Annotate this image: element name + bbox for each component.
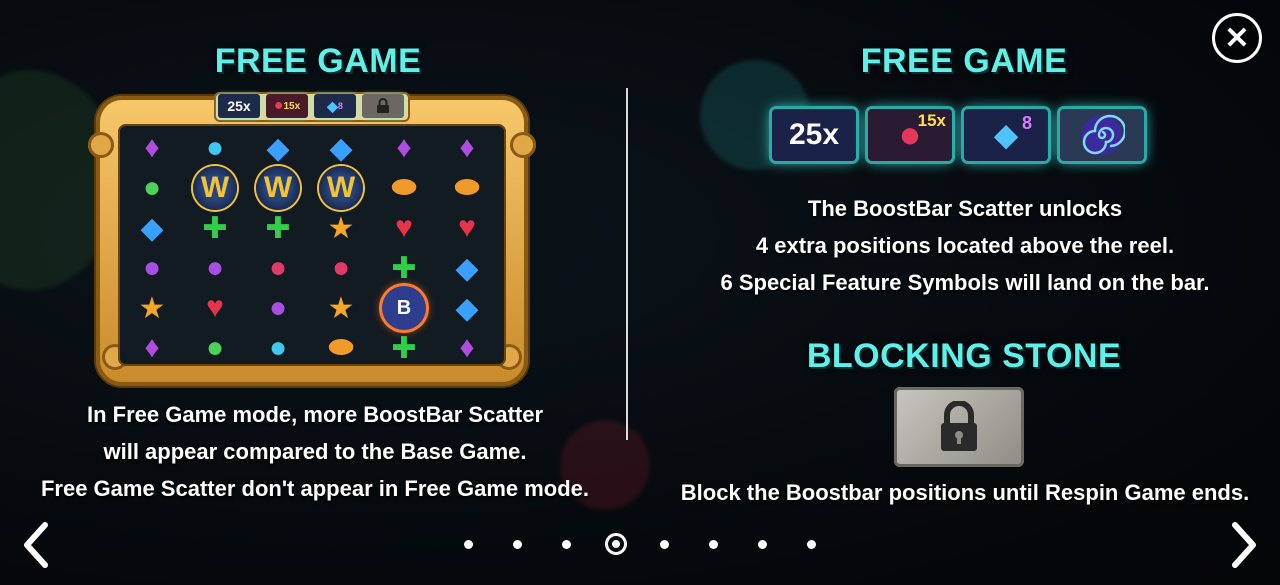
purple-gem-icon: ♦ — [144, 331, 160, 364]
purple-gem-icon: ♦ — [459, 131, 475, 164]
red-heart-icon: ♥ — [206, 291, 224, 324]
red-planet-icon: ● — [331, 251, 351, 284]
purple-alien-icon: ● — [205, 251, 225, 284]
boostbar-multiplier: 25x — [772, 109, 856, 161]
left-description-line: will appear compared to the Base Game. — [103, 439, 527, 464]
left-description-line: In Free Game mode, more BoostBar Scatter — [86, 402, 544, 427]
boostbar-coin: ● 15x — [868, 109, 952, 161]
blue-diamond-icon: ◆ — [140, 211, 164, 245]
right-description: The BoostBar Scatter unlocks 4 extra pos… — [650, 190, 1280, 301]
blocking-stone-text: Block the Boostbar positions until Respi… — [680, 480, 1250, 505]
vortex-icon — [1082, 114, 1125, 155]
chevron-right-icon — [1232, 522, 1256, 568]
close-button[interactable]: ✕ — [1212, 13, 1262, 63]
blue-alien-icon: ● — [268, 331, 288, 364]
orange-star-icon: ★ — [138, 291, 166, 325]
blue-alien-icon: ● — [205, 131, 225, 164]
mini-multiplier: 25x — [218, 94, 260, 118]
left-description-line: Free Game Scatter don't appear in Free G… — [40, 476, 590, 501]
page-dot[interactable] — [464, 540, 473, 549]
reel-grid: ♦ ● ◆ ◆ ♦ ♦ ● W W W ⬬ ⬬ ◆ ✚ ✚ ★ ♥ ♥ ● ● ● ● ✚ ◆ ★ ♥ ● ★ B ◆ ♦ ● ● ⬬ ✚ ♦ — [118, 124, 506, 366]
blocking-stone-title: BLOCKING STONE — [806, 337, 1122, 375]
right-description-line: 4 extra positions located above the reel… — [755, 233, 1175, 258]
page-dot[interactable] — [562, 540, 571, 549]
green-cross-icon: ✚ — [391, 331, 417, 365]
blue-diamond-icon: ◆ — [329, 131, 353, 165]
purple-gem-icon: ♦ — [144, 131, 160, 164]
reel-frame: 25x ● 15x ◆ 8 ♦ ● ◆ ◆ ♦ ♦ ● W W W ⬬ ⬬ ◆ ✚ ✚ ★ ♥ ♥ ● ● ● ● ✚ ◆ ★ ♥ ● ★… — [88, 92, 536, 386]
blue-diamond-icon: ◆ — [455, 291, 479, 325]
mini-boostbar: 25x ● 15x ◆ 8 — [214, 92, 410, 122]
purple-alien-icon: ● — [268, 291, 288, 324]
page-dot[interactable] — [709, 540, 718, 549]
purple-alien-icon: ● — [142, 251, 162, 284]
ufo-icon: ⬬ — [454, 171, 480, 204]
boostbar-vortex — [1060, 109, 1144, 161]
purple-gem-icon: ♦ — [396, 131, 412, 164]
green-cross-icon: ✚ — [265, 211, 291, 245]
left-description: In Free Game mode, more BoostBar Scatter… — [10, 396, 620, 507]
page-dot[interactable] — [660, 540, 669, 549]
blue-diamond-icon: ◆ — [455, 251, 479, 285]
boostbar-scatter-icon: B — [382, 286, 426, 330]
panel-divider — [626, 88, 628, 440]
boostbar-gem: ◆ 8 — [964, 109, 1048, 161]
red-planet-icon: ● — [268, 251, 288, 284]
chevron-left-icon — [24, 522, 48, 568]
page-indicator — [454, 533, 834, 555]
red-heart-icon: ♥ — [458, 211, 476, 244]
right-description-line: 6 Special Feature Symbols will land on t… — [720, 270, 1210, 295]
wild-icon: W — [193, 166, 237, 210]
right-panel-title: FREE GAME — [860, 42, 1068, 80]
next-page-button[interactable] — [1224, 515, 1264, 575]
red-heart-icon: ♥ — [395, 211, 413, 244]
left-panel-title: FREE GAME — [214, 42, 422, 80]
boostbar-multiplier-text: 25x — [788, 118, 840, 151]
mini-gem-box: ◆ 8 — [314, 94, 356, 118]
close-icon: ✕ — [1224, 21, 1250, 55]
orange-star-icon: ★ — [327, 291, 355, 325]
wild-icon: W — [256, 166, 300, 210]
green-alien-icon: ● — [142, 171, 162, 204]
green-cross-icon: ✚ — [391, 251, 417, 285]
wild-icon: W — [319, 166, 363, 210]
previous-page-button[interactable] — [16, 515, 56, 575]
green-cross-icon: ✚ — [202, 211, 228, 245]
purple-gem-icon: ♦ — [459, 331, 475, 364]
right-description-line: The BoostBar Scatter unlocks — [807, 196, 1123, 221]
page-dot-active[interactable] — [605, 533, 627, 555]
blocking-stone-tile — [894, 387, 1024, 467]
boostbar-gem-text: 8 — [1021, 113, 1032, 133]
mini-lock-box — [362, 94, 404, 118]
green-alien-icon: ● — [205, 331, 225, 364]
mini-coin-box: ● 15x — [266, 94, 308, 118]
boostbar-coin-text: 15x — [917, 111, 946, 130]
blue-diamond-icon: ◆ — [994, 118, 1018, 152]
lock-icon — [941, 401, 977, 451]
orange-star-icon: ★ — [327, 211, 355, 245]
blue-diamond-icon: ◆ — [266, 131, 290, 165]
ufo-icon: ⬬ — [391, 171, 417, 204]
page-dot[interactable] — [758, 540, 767, 549]
ufo-icon: ⬬ — [328, 331, 354, 364]
page-dot[interactable] — [807, 540, 816, 549]
page-dot[interactable] — [513, 540, 522, 549]
